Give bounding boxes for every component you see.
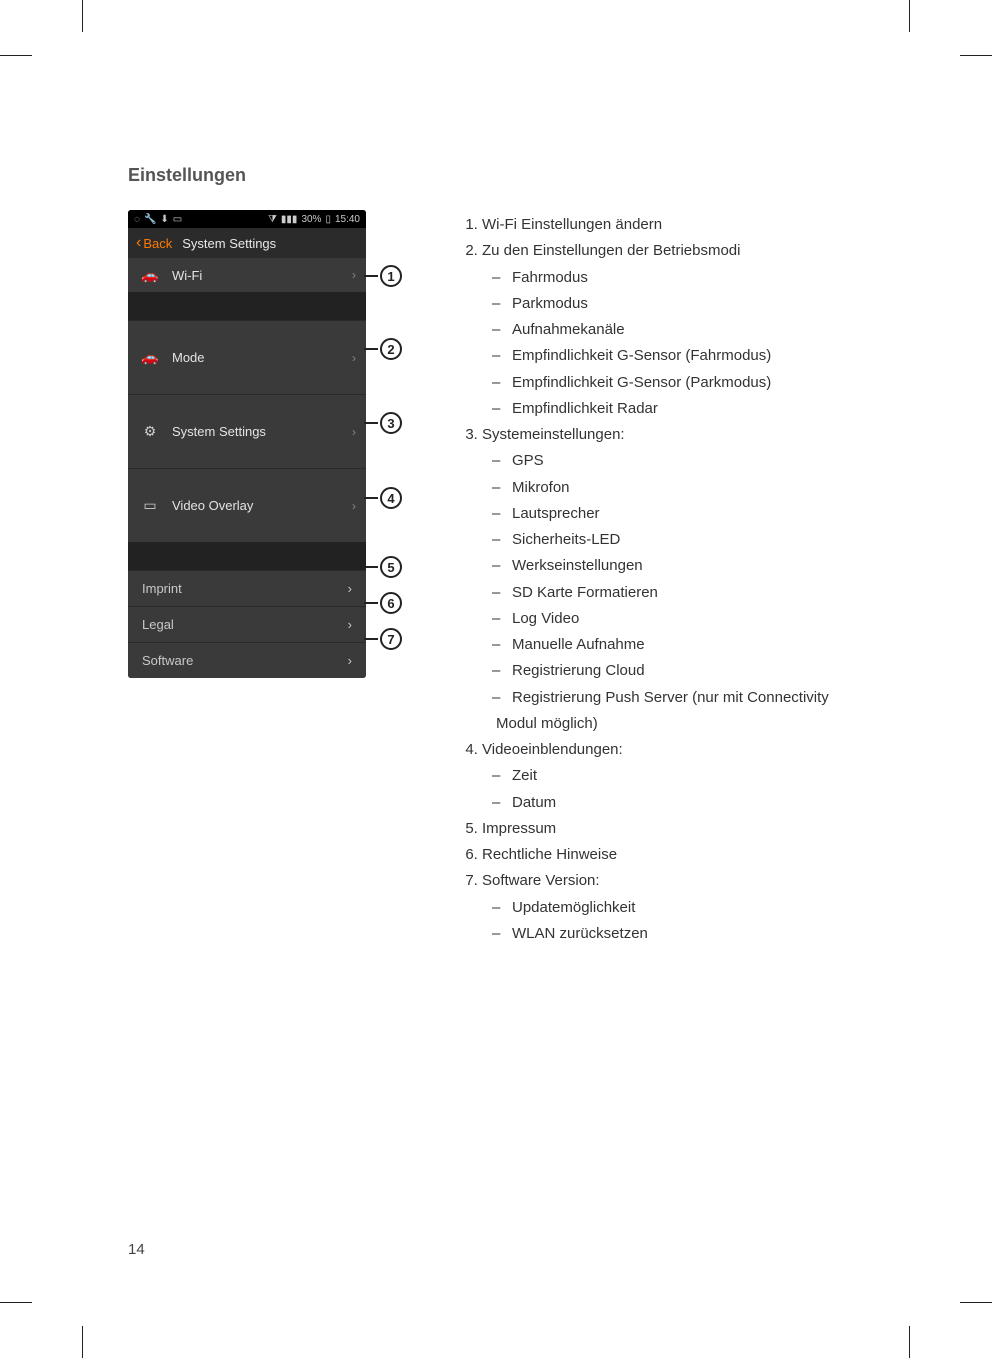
content-area: Einstellungen ◌ 🔧 ⬇ ▭ ⧩ ▮▮▮ — [128, 165, 870, 947]
sublist-item: SD Karte Formatieren — [496, 580, 870, 606]
battery-percent: 30% — [301, 214, 321, 225]
row-label: Wi-Fi — [172, 268, 352, 283]
row-label: Imprint — [142, 581, 348, 596]
crop-mark — [882, 0, 992, 70]
chevron-right-icon: › — [352, 268, 356, 282]
callout-3: 3 — [380, 412, 402, 434]
document-page: Einstellungen ◌ 🔧 ⬇ ▭ ⧩ ▮▮▮ — [0, 0, 992, 1358]
chevron-right-icon: › — [348, 581, 352, 596]
signal-icon: ▮▮▮ — [281, 214, 298, 225]
numbered-list: Wi-Fi Einstellungen ändern Zu den Einste… — [456, 212, 870, 947]
menu-row-legal[interactable]: Legal › — [128, 606, 366, 642]
callout-7: 7 — [380, 628, 402, 650]
row-label: Mode — [172, 350, 352, 365]
sublist-item: Datum — [496, 790, 870, 816]
callout-1: 1 — [380, 265, 402, 287]
menu-row-mode[interactable]: 🚗 Mode › — [128, 320, 366, 394]
image-icon: ▭ — [173, 214, 182, 225]
sublist-item: Empfindlichkeit G-Sensor (Fahrmodus) — [496, 343, 870, 369]
back-button[interactable]: ‹ Back — [136, 235, 172, 251]
description-column: Wi-Fi Einstellungen ändern Zu den Einste… — [456, 210, 870, 947]
list-item: Impressum — [482, 816, 870, 842]
gear-icon: ⚙ — [138, 423, 162, 440]
menu-row-imprint[interactable]: Imprint › — [128, 570, 366, 606]
sublist-item: Parkmodus — [496, 291, 870, 317]
crop-mark — [882, 1288, 992, 1358]
row-label: Software — [142, 653, 348, 668]
status-bar-right: ⧩ ▮▮▮ 30% ▯ 15:40 — [268, 214, 360, 225]
menu-row-video-overlay[interactable]: ▭ Video Overlay › — [128, 468, 366, 542]
crop-mark — [0, 1288, 110, 1358]
row-label: Legal — [142, 617, 348, 632]
sublist-item: Empfindlichkeit G-Sensor (Parkmodus) — [496, 370, 870, 396]
back-label: Back — [143, 236, 172, 251]
page-number: 14 — [128, 1241, 145, 1258]
section-title: Einstellungen — [128, 165, 870, 186]
callout-4: 4 — [380, 487, 402, 509]
list-item: Wi-Fi Einstellungen ändern — [482, 212, 870, 238]
battery-icon: ▯ — [325, 214, 331, 225]
chevron-right-icon: › — [352, 499, 356, 513]
wifi-icon: ⧩ — [268, 214, 277, 225]
sublist: GPS Mikrofon Lautsprecher Sicherheits-LE… — [482, 448, 870, 737]
sublist: Zeit Datum — [482, 763, 870, 816]
callout-2: 2 — [380, 338, 402, 360]
status-time: 15:40 — [335, 214, 360, 225]
menu-row-software[interactable]: Software › — [128, 642, 366, 678]
sublist: Updatemöglichkeit WLAN zurücksetzen — [482, 895, 870, 948]
globe-icon: ◌ — [134, 214, 140, 225]
navbar: ‹ Back System Settings — [128, 228, 366, 258]
two-column-layout: ◌ 🔧 ⬇ ▭ ⧩ ▮▮▮ 30% ▯ 15:40 — [128, 210, 870, 947]
list-item: Systemeinstellungen: GPS Mikrofon Lautsp… — [482, 422, 870, 737]
list-item: Videoeinblendungen: Zeit Datum — [482, 737, 870, 816]
sublist-item: Mikrofon — [496, 475, 870, 501]
sublist-item: Fahrmodus — [496, 265, 870, 291]
status-bar-left: ◌ 🔧 ⬇ ▭ — [134, 214, 182, 225]
list-item: Zu den Einstellungen der Betriebsmodi Fa… — [482, 238, 870, 422]
car-gear-icon: 🚗 — [138, 349, 162, 366]
sublist-item: Zeit — [496, 763, 870, 789]
chevron-right-icon: › — [348, 653, 352, 668]
sublist-item: Registrierung Push Server (nur mit Conne… — [496, 685, 870, 738]
sublist-item: Registrierung Cloud — [496, 658, 870, 684]
sublist-item: Sicherheits-LED — [496, 527, 870, 553]
chevron-left-icon: ‹ — [136, 235, 141, 251]
callout-5: 5 — [380, 556, 402, 578]
chevron-right-icon: › — [352, 425, 356, 439]
sublist-item: Updatemöglichkeit — [496, 895, 870, 921]
chevron-right-icon: › — [348, 617, 352, 632]
list-item: Rechtliche Hinweise — [482, 842, 870, 868]
wrench-icon: 🔧 — [144, 214, 156, 225]
phone-screenshot: ◌ 🔧 ⬇ ▭ ⧩ ▮▮▮ 30% ▯ 15:40 — [128, 210, 366, 678]
sublist-item: Manuelle Aufnahme — [496, 632, 870, 658]
separator — [128, 542, 366, 570]
status-bar: ◌ 🔧 ⬇ ▭ ⧩ ▮▮▮ 30% ▯ 15:40 — [128, 210, 366, 228]
sublist-item: Log Video — [496, 606, 870, 632]
list-item: Software Version: Updatemöglichkeit WLAN… — [482, 868, 870, 947]
sublist-item: Lautsprecher — [496, 501, 870, 527]
chevron-right-icon: › — [352, 351, 356, 365]
sublist-item: Aufnahmekanäle — [496, 317, 870, 343]
sublist: Fahrmodus Parkmodus Aufnahmekanäle Empfi… — [482, 265, 870, 423]
sublist-item: Werkseinstellungen — [496, 553, 870, 579]
callout-6: 6 — [380, 592, 402, 614]
navbar-title: System Settings — [182, 236, 276, 251]
crop-mark — [0, 0, 110, 70]
video-icon: ▭ — [138, 497, 162, 514]
sublist-item: Empfindlichkeit Radar — [496, 396, 870, 422]
row-label: System Settings — [172, 424, 352, 439]
phone-screenshot-wrap: ◌ 🔧 ⬇ ▭ ⧩ ▮▮▮ 30% ▯ 15:40 — [128, 210, 408, 678]
menu-row-wifi[interactable]: 🚗 Wi-Fi › — [128, 258, 366, 292]
car-wifi-icon: 🚗 — [138, 267, 162, 284]
sublist-item: WLAN zurücksetzen — [496, 921, 870, 947]
menu-row-system-settings[interactable]: ⚙ System Settings › — [128, 394, 366, 468]
download-icon: ⬇ — [160, 214, 168, 225]
row-label: Video Overlay — [172, 498, 352, 513]
sublist-item: GPS — [496, 448, 870, 474]
separator — [128, 292, 366, 320]
